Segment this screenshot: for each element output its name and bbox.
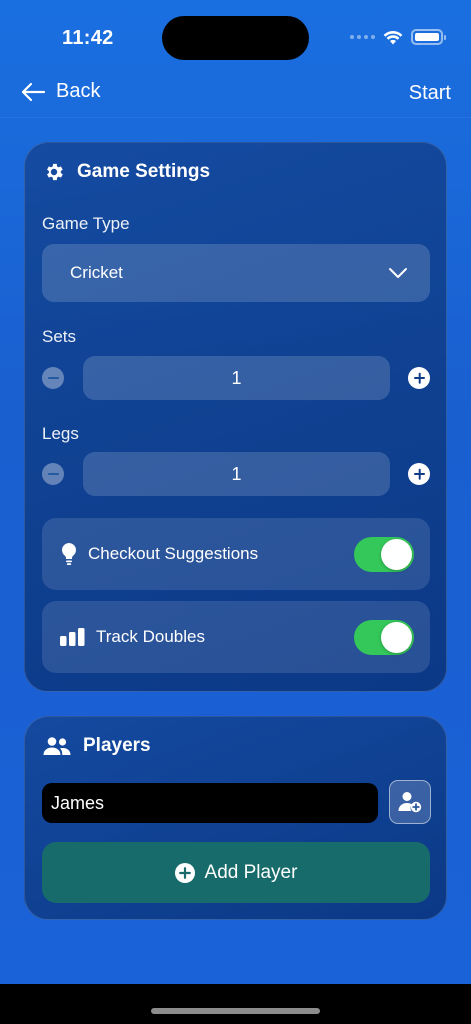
sets-increment-button[interactable] (408, 367, 430, 389)
start-button[interactable]: Start (409, 82, 451, 105)
legs-decrement-button[interactable] (42, 463, 64, 485)
legs-label: Legs (42, 424, 79, 443)
gear-icon (47, 163, 63, 181)
home-indicator-area (0, 984, 471, 1024)
battery-icon (411, 29, 446, 45)
add-player-button[interactable]: Add Player (42, 842, 430, 903)
player-name-input[interactable] (42, 783, 378, 823)
add-contact-button[interactable] (389, 780, 431, 824)
track-doubles-toggle[interactable] (354, 620, 414, 655)
legs-stepper: 1 (42, 452, 430, 496)
status-time: 11:42 (62, 27, 114, 49)
players-header: Players (43, 735, 151, 757)
bar-chart-icon (60, 628, 85, 646)
game-settings-header: Game Settings (43, 161, 210, 183)
game-type-value: Cricket (70, 263, 123, 282)
plus-circle-icon (174, 862, 195, 883)
signal-icon (350, 35, 375, 39)
person-add-icon (398, 792, 422, 813)
minus-icon (47, 472, 59, 476)
minus-icon (47, 376, 59, 380)
game-settings-card: Game Settings Game Type Cricket Sets 1 L… (24, 142, 447, 692)
wifi-icon (383, 30, 403, 44)
people-icon (43, 737, 71, 755)
status-indicators (350, 29, 446, 45)
checkout-suggestions-toggle[interactable] (354, 537, 414, 572)
sets-decrement-button[interactable] (42, 367, 64, 389)
add-player-label: Add Player (204, 861, 298, 883)
home-indicator[interactable] (151, 1008, 320, 1014)
track-doubles-row: Track Doubles (42, 601, 430, 673)
back-label: Back (56, 80, 101, 102)
checkout-suggestions-row: Checkout Suggestions (42, 518, 430, 590)
legs-increment-button[interactable] (408, 463, 430, 485)
sets-value[interactable]: 1 (83, 356, 390, 400)
sets-label: Sets (42, 327, 77, 346)
game-settings-title: Game Settings (77, 161, 211, 182)
game-type-select[interactable]: Cricket (42, 244, 430, 302)
back-button[interactable]: Back (20, 80, 100, 103)
chevron-down-icon (389, 268, 407, 278)
status-bar: 11:42 (0, 0, 471, 70)
players-card: Players Add Player (24, 716, 447, 920)
arrow-left-icon (21, 82, 46, 101)
sets-stepper: 1 (42, 356, 430, 400)
track-doubles-label: Track Doubles (96, 627, 205, 646)
checkout-suggestions-label: Checkout Suggestions (88, 544, 259, 563)
game-type-label: Game Type (42, 214, 130, 233)
legs-value[interactable]: 1 (83, 452, 390, 496)
players-title: Players (83, 735, 151, 756)
nav-bar: Back Start (0, 70, 471, 118)
dynamic-island (162, 16, 309, 60)
lightbulb-icon (62, 543, 76, 565)
